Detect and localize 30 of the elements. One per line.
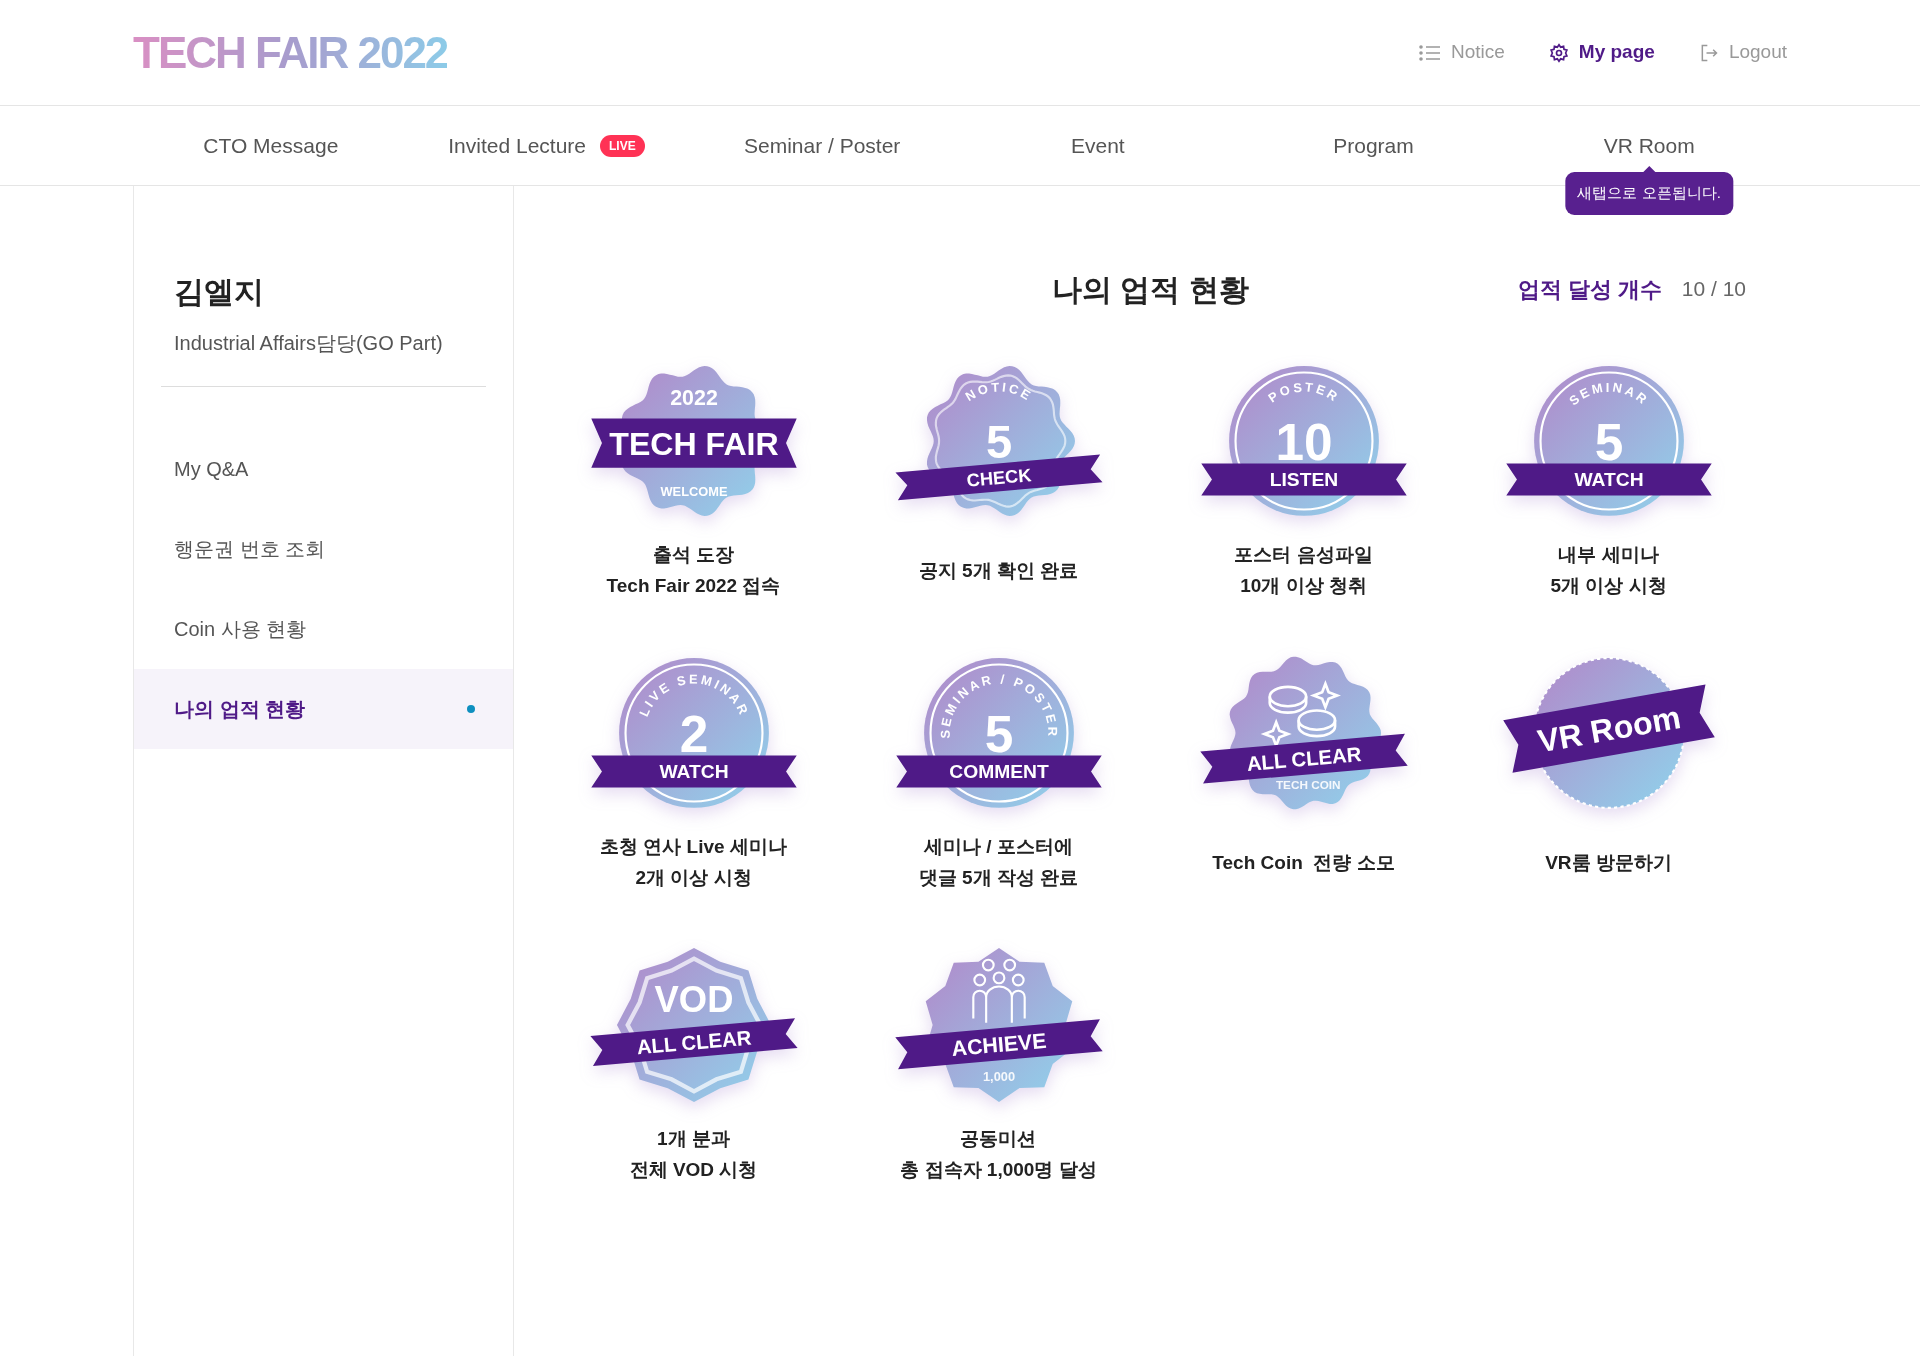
badge-caption: 세미나 / 포스터에 댓글 5개 작성 완료 — [918, 835, 1079, 890]
user-name: 김엘지 — [174, 274, 265, 310]
page-title: 나의 업적 현황 — [1052, 271, 1249, 308]
header-link[interactable]: My page — [1548, 38, 1655, 67]
sidebar-item[interactable]: 나의 업적 현황 — [134, 669, 513, 749]
live-badge: LIVE — [600, 134, 645, 157]
achievement-count: 10 / 10 — [1681, 276, 1746, 303]
badge-caption: 1개 분과 전체 VOD 시청 — [629, 1127, 758, 1182]
badge-caption: Tech Coin 전량 소모 — [1212, 850, 1395, 875]
achievement-count-label: 업적 달성 개수 — [1517, 275, 1662, 304]
tooltip-pointer — [1642, 166, 1657, 173]
sidebar-item[interactable]: 행운권 번호 조회 — [134, 509, 513, 589]
nav-tab[interactable]: Invited Lecture LIVE — [448, 129, 645, 162]
badge-caption: 초청 연사 Live 세미나 2개 이상 시청 — [600, 835, 787, 890]
nav-tab[interactable]: Program — [1333, 129, 1414, 162]
list-icon — [1419, 43, 1441, 62]
badge-caption: 공동미션 총 접속자 1,000명 달성 — [900, 1127, 1097, 1182]
badge-caption: 포스터 음성파일 10개 이상 청취 — [1234, 543, 1373, 598]
badge-caption: 출석 도장 Tech Fair 2022 접속 — [606, 543, 781, 598]
sidebar-item[interactable]: My Q&A — [134, 429, 513, 509]
nav-tab[interactable]: Seminar / Poster — [743, 129, 901, 162]
settings-icon — [1548, 42, 1569, 63]
nav-tab[interactable]: Event — [1070, 129, 1125, 162]
user-department: Industrial Affairs담당(GO Part) — [174, 331, 444, 356]
nav-tab[interactable]: VR Room — [1603, 129, 1695, 162]
badge-caption: 내부 세미나 5개 이상 시청 — [1550, 543, 1667, 598]
sidebar-item[interactable]: Coin 사용 현황 — [134, 589, 513, 669]
nav-tab[interactable]: CTO Message — [203, 129, 339, 162]
badge-caption: VR룸 방문하기 — [1545, 850, 1672, 875]
badge-caption: 공지 5개 확인 완료 — [918, 558, 1079, 583]
